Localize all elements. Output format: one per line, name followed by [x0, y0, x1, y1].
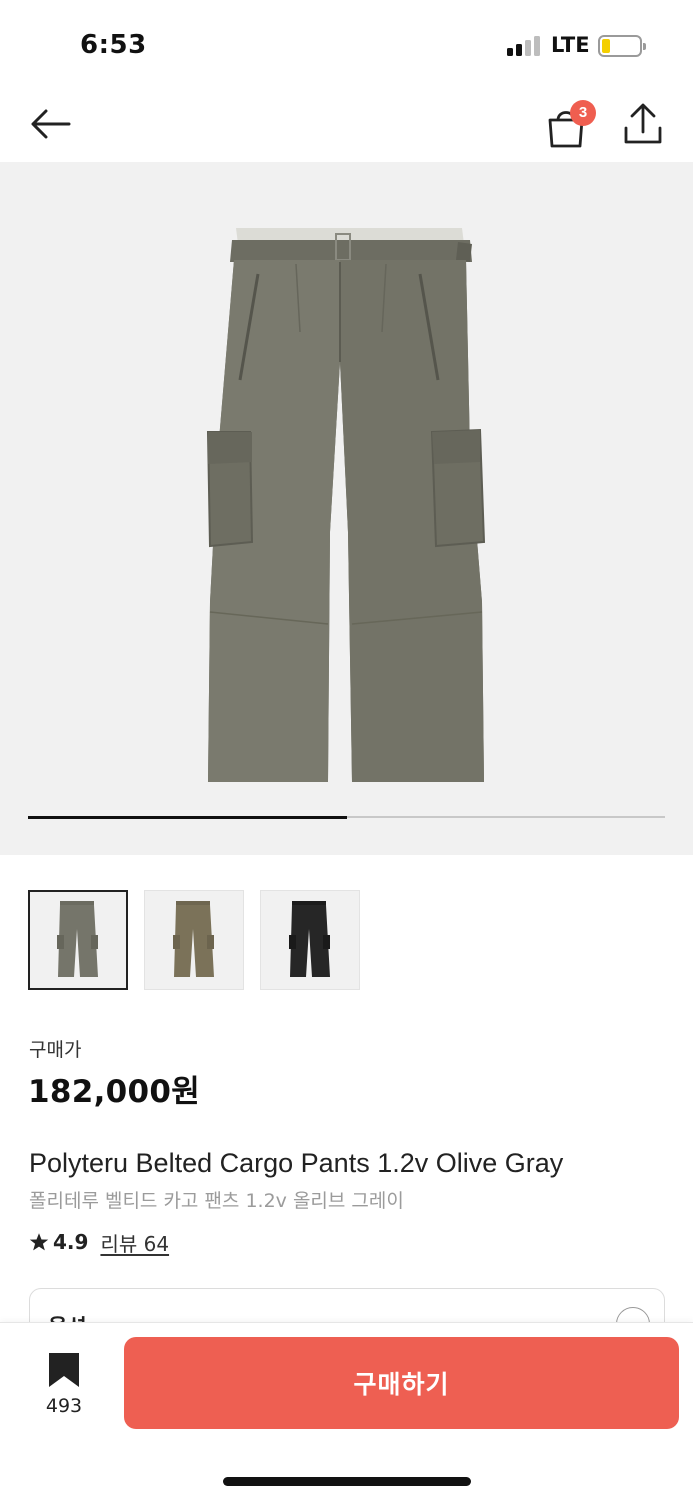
product-image-gallery[interactable] [0, 162, 693, 855]
review-link[interactable]: 리뷰 64 [100, 1228, 169, 1257]
cart-count-badge: 3 [570, 100, 596, 126]
gallery-progress-track [28, 815, 665, 819]
network-type: LTE [551, 33, 590, 57]
status-bar: 6:53 LTE [0, 0, 693, 90]
rating-row: 4.9 리뷰 64 [29, 1228, 169, 1256]
product-image [206, 228, 486, 782]
thumbnail-olive-gray[interactable] [28, 890, 128, 990]
price-label: 구매가 [29, 1039, 82, 1061]
product-name-ko: 폴리테루 벨티드 카고 팬츠 1.2v 올리브 그레이 [29, 1190, 404, 1212]
status-time: 6:53 [80, 30, 147, 60]
top-nav: 3 [0, 90, 693, 160]
thumbnail-image [57, 901, 98, 977]
thumbnail-black[interactable] [260, 890, 360, 990]
bookmark-icon [49, 1353, 79, 1387]
rating-value: 4.9 [53, 1230, 89, 1254]
thumbnail-brown[interactable] [144, 890, 244, 990]
back-button[interactable] [26, 102, 74, 146]
thumbnail-list [28, 890, 360, 990]
price: 182,000원 [28, 1074, 201, 1110]
thumbnail-image [289, 901, 330, 977]
product-name-en: Polyteru Belted Cargo Pants 1.2v Olive G… [29, 1148, 564, 1178]
cellular-signal-icon [507, 34, 543, 56]
battery-icon [598, 35, 646, 57]
share-upload-icon [624, 103, 662, 144]
gallery-progress-fill [28, 815, 347, 819]
buy-button[interactable]: 구매하기 [124, 1337, 679, 1429]
bookmark-button[interactable]: 493 [30, 1351, 98, 1421]
bookmark-count: 493 [45, 1395, 83, 1417]
bottom-action-bar: 493 구매하기 [0, 1322, 693, 1500]
cart-button[interactable]: 3 [540, 98, 596, 150]
arrow-left-icon [31, 109, 71, 139]
share-button[interactable] [620, 98, 666, 148]
thumbnail-image [173, 901, 214, 977]
home-indicator [223, 1477, 471, 1486]
star-icon [29, 1233, 49, 1251]
